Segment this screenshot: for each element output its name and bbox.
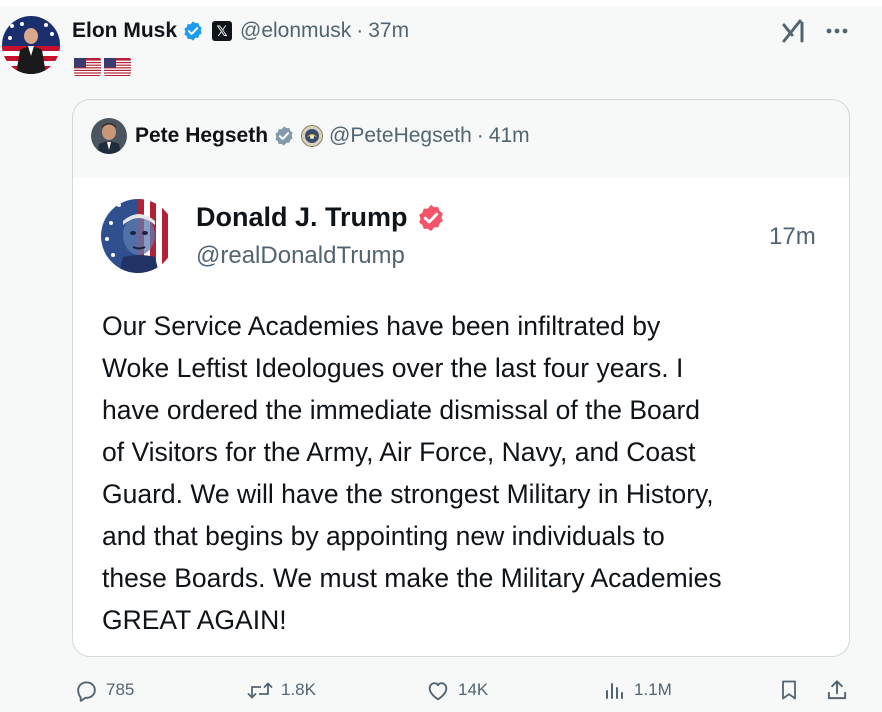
heart-icon: [428, 681, 448, 700]
post-timestamp[interactable]: 37m: [368, 19, 409, 43]
embedded-post-timestamp: 17m: [769, 223, 816, 250]
repost-count: 1.8K: [281, 680, 316, 699]
us-flag-icon: [74, 58, 101, 76]
avatar-image: [2, 16, 60, 74]
embedded-author-name-row: Donald J. Trump: [196, 202, 446, 233]
author-name[interactable]: Elon Musk: [72, 19, 177, 43]
embedded-author-handle: @realDonaldTrump: [196, 242, 405, 269]
post-action-bar: 785 1.8K 14K 1.1M: [0, 672, 882, 708]
reply-icon: [77, 681, 96, 702]
repost-button[interactable]: 1.8K: [246, 672, 316, 708]
share-icon: [827, 680, 847, 700]
grok-icon[interactable]: [780, 17, 808, 45]
bookmark-button[interactable]: [777, 672, 801, 708]
like-button[interactable]: 14K: [425, 672, 488, 708]
views-count: 1.1M: [634, 680, 672, 699]
quoted-author-handle[interactable]: @PeteHegseth: [329, 124, 472, 148]
gray-verified-badge-icon: [273, 125, 295, 147]
reply-button[interactable]: 785: [74, 672, 134, 708]
embedded-post-text: Our Service Academies have been infiltra…: [102, 311, 722, 635]
views-button[interactable]: 1.1M: [603, 672, 672, 708]
embedded-post-image[interactable]: Donald J. Trump @realDonaldTrump 17m Our…: [73, 178, 849, 656]
embedded-author-avatar: [101, 199, 175, 273]
bookmark-icon: [782, 680, 796, 700]
quoted-post-timestamp[interactable]: 41m: [489, 124, 530, 148]
verified-badge-icon: [182, 20, 204, 42]
post-header: Elon Musk 𝕏 @elonmusk · 37m: [72, 17, 409, 45]
top-strip: [0, 0, 882, 6]
views-icon: [606, 683, 623, 699]
reply-count: 785: [106, 680, 135, 699]
quoted-post-card[interactable]: Pete Hegseth @PeteHegseth · 41m Donald J…: [72, 99, 850, 657]
x-logo-badge-icon[interactable]: 𝕏: [212, 21, 233, 41]
separator-dot: ·: [476, 124, 484, 147]
author-handle[interactable]: @elonmusk: [240, 19, 351, 43]
quoted-post-header: Pete Hegseth @PeteHegseth · 41m: [91, 118, 530, 154]
government-seal-icon[interactable]: [301, 125, 324, 147]
repost-icon: [247, 682, 273, 698]
more-options-icon[interactable]: [824, 20, 850, 42]
red-verified-badge-icon: [416, 203, 446, 233]
author-avatar[interactable]: [2, 16, 60, 74]
quoted-author-name[interactable]: Pete Hegseth: [135, 124, 268, 148]
separator-dot: ·: [356, 19, 364, 42]
post-text-flags: [74, 58, 131, 76]
share-button[interactable]: [824, 672, 850, 708]
us-flag-icon: [104, 58, 131, 76]
like-count: 14K: [458, 680, 489, 699]
quoted-author-avatar[interactable]: [91, 118, 127, 154]
embedded-author-name: Donald J. Trump: [196, 202, 408, 232]
avatar-image: [101, 199, 175, 273]
avatar-image: [91, 118, 127, 154]
